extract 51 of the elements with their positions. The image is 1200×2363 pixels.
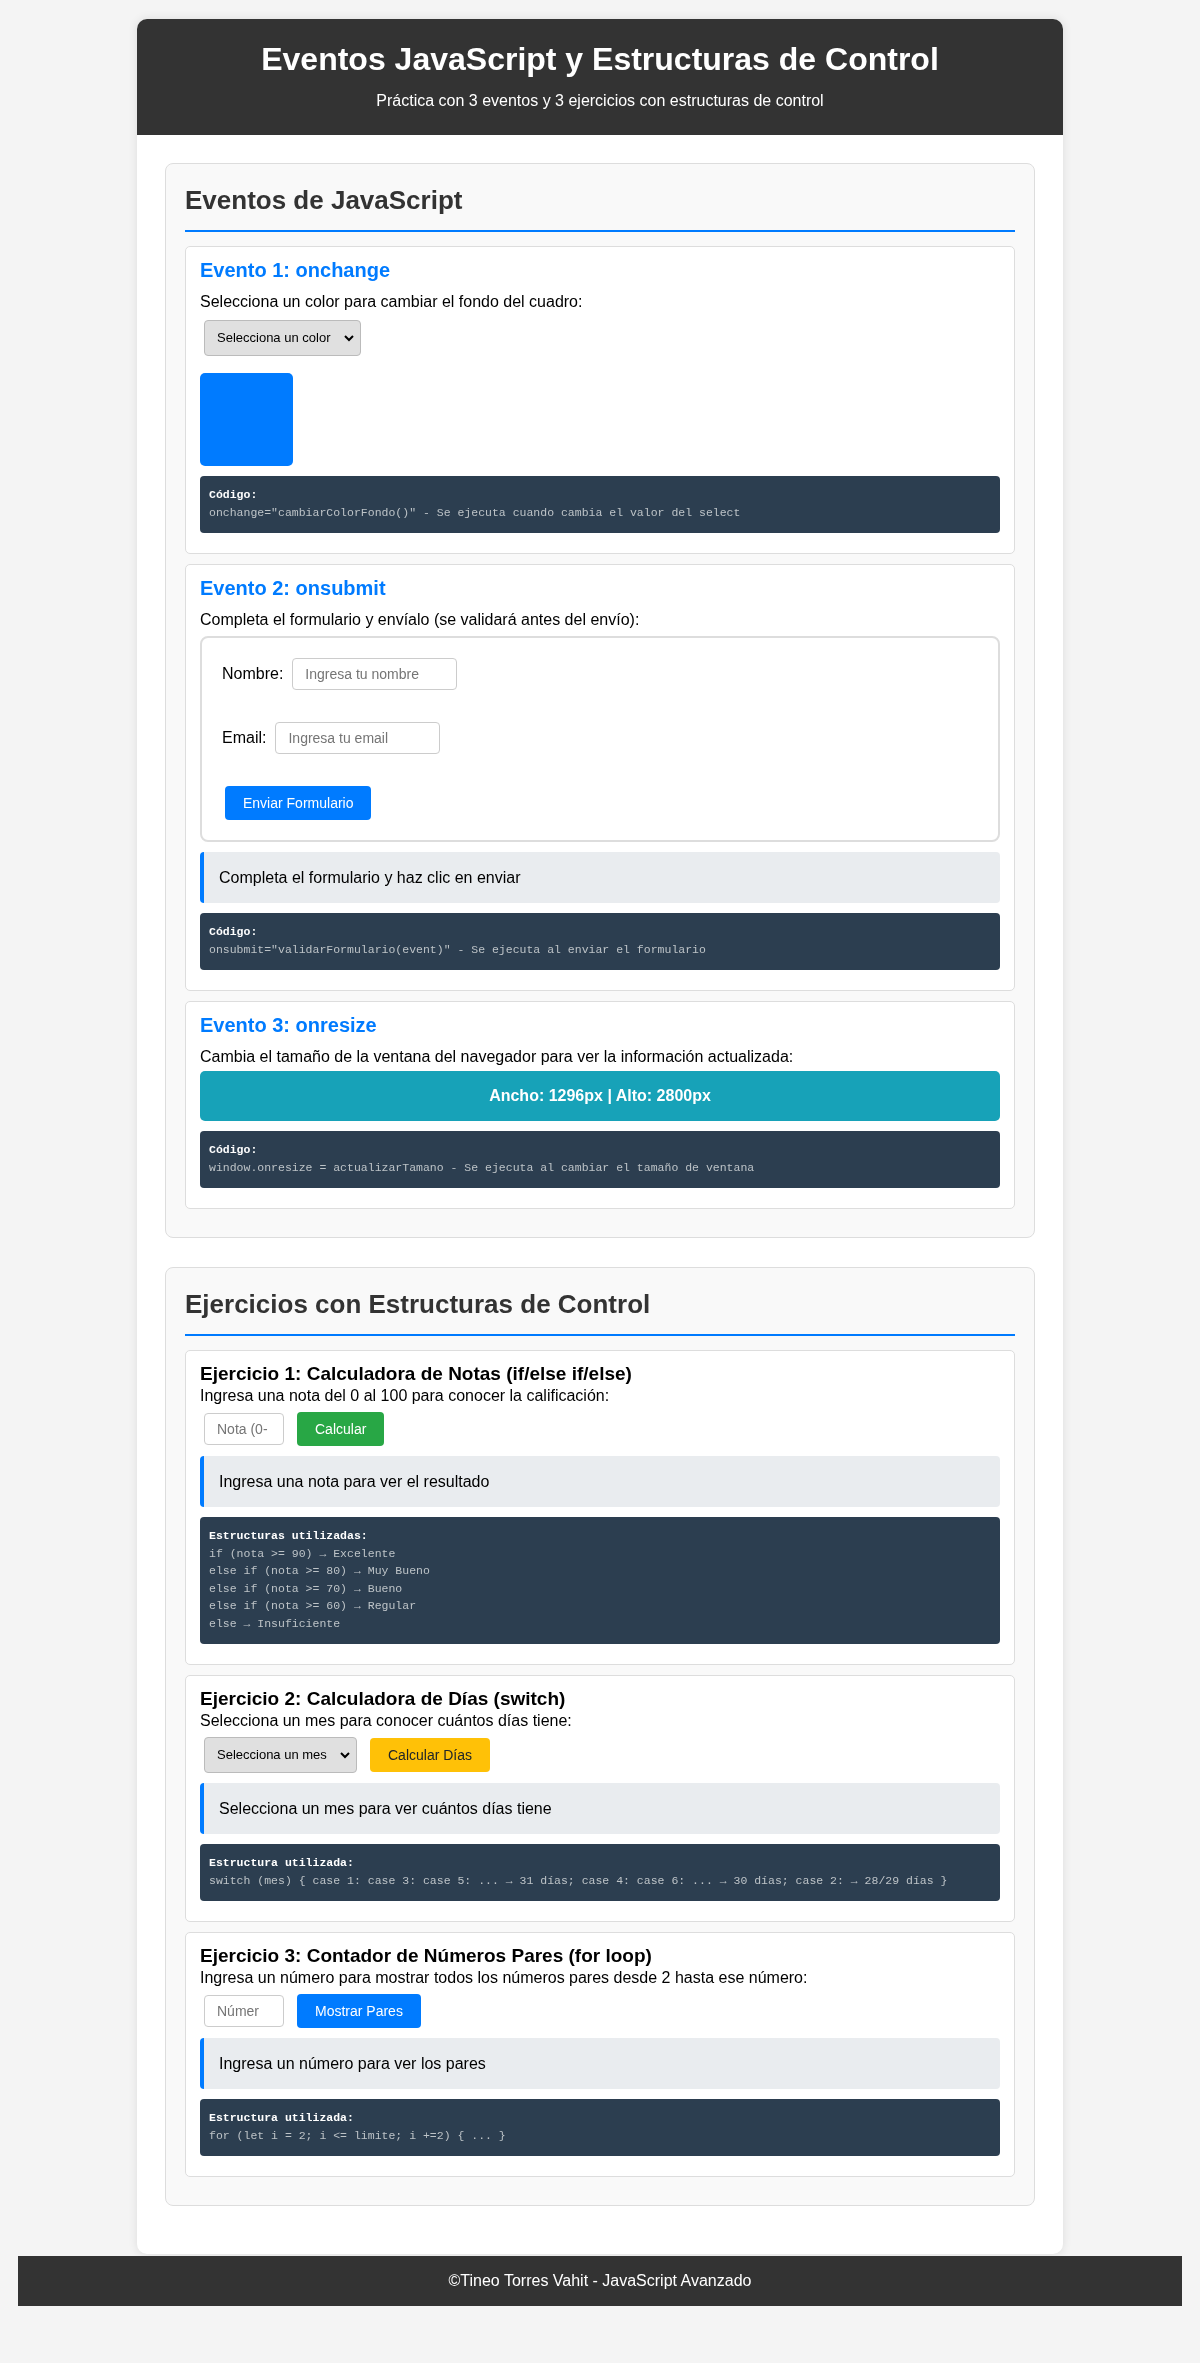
- code-heading: Código:: [209, 924, 259, 940]
- size-display: Ancho: 1296px | Alto: 2800px: [200, 1071, 1000, 1121]
- chevron-down-icon: [340, 1751, 350, 1759]
- code-line: else → Insuficiente: [209, 1615, 342, 1632]
- code-line: switch (mes) { case 1: case 3: case 5: ... → 31 días; case 4: case 6: ... → 30 días; case 2: → 28/29 días }: [209, 1872, 949, 1889]
- dropdown[interactable]: Selecciona un color: [204, 320, 361, 356]
- section-title: Eventos de JavaScript: [185, 184, 1015, 232]
- card-title: Ejercicio 2: Calculadora de Días (switch): [200, 1687, 567, 1711]
- instruction-text: Cambia el tamaño de la ventana del navegador para ver la información actualizada:: [200, 1047, 795, 1067]
- instruction-text: Ingresa un número para mostrar todos los números pares desde 2 hasta ese número:: [200, 1968, 809, 1988]
- code-heading: Código:: [209, 1142, 259, 1158]
- code-line: if (nota >= 90) → Excelente: [209, 1545, 397, 1562]
- code-line: window.onresize = actualizarTamano - Se ejecuta al cambiar el tamaño de ventana: [209, 1159, 756, 1176]
- instruction-text: Ingresa una nota del 0 al 100 para conocer la calificación:: [200, 1386, 611, 1406]
- card-title: Evento 3: onresize: [200, 1013, 378, 1037]
- result-message: Completa el formulario y haz clic en enviar: [200, 852, 1000, 903]
- result-message: Ingresa un número para ver los pares: [200, 2038, 1000, 2089]
- submit-button[interactable]: Enviar Formulario: [225, 786, 372, 820]
- code-line: for (let i = 2; i <= limite; i +=2) { ... }: [209, 2127, 507, 2144]
- instruction-text: Completa el formulario y envíalo (se validará antes del envío):: [200, 610, 641, 630]
- page-title: Eventos JavaScript y Estructuras de Control: [261, 40, 939, 79]
- section-title: Ejercicios con Estructuras de Control: [185, 1288, 1015, 1336]
- field-label: Email:: [222, 728, 267, 748]
- code-heading: Estructuras utilizadas:: [209, 1528, 369, 1544]
- card-title: Evento 1: onchange: [200, 258, 392, 282]
- dropdown[interactable]: Selecciona un mes: [204, 1737, 357, 1773]
- code-heading: Código:: [209, 487, 259, 503]
- action-button[interactable]: Calcular Días: [370, 1738, 491, 1772]
- text-input[interactable]: Ingresa tu nombre: [292, 658, 458, 690]
- result-message: Selecciona un mes para ver cuántos días tiene: [200, 1783, 1000, 1834]
- code-heading: Estructura utilizada:: [209, 1855, 355, 1871]
- number-input[interactable]: Númer: [204, 1995, 284, 2027]
- code-line: else if (nota >= 80) → Muy Bueno: [209, 1563, 431, 1579]
- text-input[interactable]: Ingresa tu email: [275, 722, 441, 754]
- number-input[interactable]: Nota (0-: [204, 1413, 284, 1445]
- action-button[interactable]: Mostrar Pares: [297, 1994, 421, 2028]
- card-title: Ejercicio 1: Calculadora de Notas (if/else if/else): [200, 1362, 633, 1386]
- page-subtitle: Práctica con 3 eventos y 3 ejercicios con estructuras de control: [376, 91, 824, 111]
- code-heading: Estructura utilizada:: [209, 2110, 355, 2126]
- card-title: Evento 2: onsubmit: [200, 576, 387, 600]
- result-message: Ingresa una nota para ver el resultado: [200, 1456, 1000, 1507]
- code-line: onsubmit="validarFormulario(event)" - Se ejecuta al enviar el formulario: [209, 941, 707, 958]
- code-line: onchange="cambiarColorFondo()" - Se ejecuta cuando cambia el valor del select: [209, 504, 742, 521]
- field-label: Nombre:: [222, 664, 284, 684]
- chevron-down-icon: [344, 334, 354, 342]
- footer-text: ©Tineo Torres Vahit - JavaScript Avanzado: [448, 2271, 752, 2291]
- code-line: else if (nota >= 70) → Bueno: [209, 1580, 404, 1597]
- instruction-text: Selecciona un color para cambiar el fondo del cuadro:: [200, 292, 584, 312]
- instruction-text: Selecciona un mes para conocer cuántos días tiene:: [200, 1711, 573, 1731]
- card-title: Ejercicio 3: Contador de Números Pares (for loop): [200, 1944, 653, 1968]
- code-line: else if (nota >= 60) → Regular: [209, 1598, 418, 1614]
